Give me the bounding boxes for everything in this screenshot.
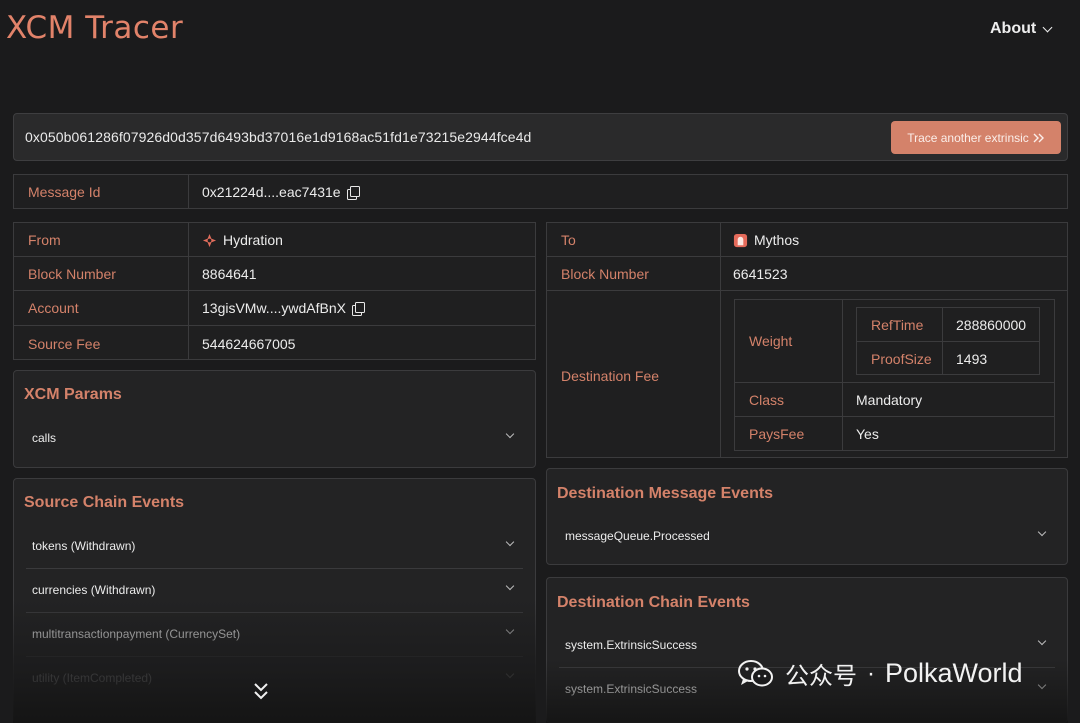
source-row-account: Account 13gisVMw....ywdAfBnX bbox=[14, 291, 535, 326]
to-value: Mythos bbox=[733, 232, 799, 248]
block-number-value: 8864641 bbox=[202, 266, 257, 282]
chevron-down-icon bbox=[505, 669, 515, 679]
to-chain-name: Mythos bbox=[754, 232, 800, 248]
dest-row-block: Block Number 6641523 bbox=[547, 257, 1067, 291]
class-row: Class Mandatory bbox=[735, 383, 1054, 417]
dest-row-to: To Mythos bbox=[547, 223, 1067, 257]
from-value: Hydration bbox=[202, 232, 283, 248]
destination-fee-table: Weight RefTime 288860000 ProofSize 1493 … bbox=[734, 299, 1055, 451]
chevron-down-icon bbox=[505, 429, 515, 439]
accordion-item-event[interactable]: utility (ItemCompleted) bbox=[26, 657, 523, 701]
weight-table: RefTime 288860000 ProofSize 1493 bbox=[856, 307, 1040, 375]
xcm-params-title: XCM Params bbox=[24, 386, 122, 403]
event-label: tokens (Withdrawn) bbox=[32, 539, 136, 553]
weight-row: Weight RefTime 288860000 ProofSize 1493 bbox=[735, 300, 1054, 383]
copy-icon[interactable] bbox=[346, 186, 360, 200]
proof-size-row: ProofSize 1493 bbox=[857, 342, 1039, 376]
message-id-table: Message Id 0x21224d....eac7431e bbox=[13, 174, 1068, 209]
watermark: 公众号 · PolkaWorld bbox=[737, 656, 1023, 691]
source-fee-label: Source Fee bbox=[28, 336, 101, 352]
chevron-down-icon bbox=[505, 537, 515, 547]
ref-time-label: RefTime bbox=[871, 317, 924, 333]
watermark-platform: 公众号 bbox=[785, 663, 857, 690]
trace-button-label: Trace another extrinsic bbox=[907, 130, 1029, 145]
class-label: Class bbox=[749, 392, 785, 408]
message-id-text: 0x21224d....eac7431e bbox=[202, 184, 341, 200]
ref-time-value: 288860000 bbox=[956, 317, 1027, 333]
chevron-down-icon bbox=[505, 625, 515, 635]
account-text: 13gisVMw....ywdAfBnX bbox=[202, 300, 346, 316]
account-label: Account bbox=[28, 300, 79, 316]
to-label: To bbox=[561, 232, 576, 248]
about-menu[interactable]: About bbox=[990, 20, 1053, 38]
source-row-from: From Hydration bbox=[14, 223, 535, 257]
event-label: utility (ItemCompleted) bbox=[32, 671, 153, 685]
about-label: About bbox=[990, 20, 1037, 37]
message-id-label: Message Id bbox=[28, 184, 101, 200]
from-chain-name: Hydration bbox=[223, 232, 283, 248]
accordion-item-event[interactable]: currencies (Withdrawn) bbox=[26, 569, 523, 613]
watermark-name: PolkaWorld bbox=[885, 658, 1023, 688]
source-chain-events-panel: Source Chain Events tokens (Withdrawn) c… bbox=[13, 478, 536, 723]
event-label: system.ExtrinsicSuccess bbox=[565, 638, 698, 652]
chevron-down-icon bbox=[1037, 527, 1047, 537]
expand-more-icon[interactable] bbox=[252, 680, 270, 702]
dest-message-events-panel: Destination Message Events messageQueue.… bbox=[546, 468, 1068, 565]
dest-message-events-title: Destination Message Events bbox=[557, 485, 774, 502]
double-chevron-right-icon bbox=[1033, 133, 1044, 142]
mythos-icon bbox=[733, 233, 748, 247]
pays-fee-row: PaysFee Yes bbox=[735, 417, 1054, 452]
source-row-block: Block Number 8864641 bbox=[14, 257, 535, 291]
event-label: system.ExtrinsicSuccess bbox=[565, 682, 698, 696]
accordion-item-event[interactable]: messageQueue.Processed bbox=[559, 515, 1055, 559]
watermark-separator: · bbox=[867, 659, 875, 687]
dest-chain-events-title: Destination Chain Events bbox=[557, 594, 750, 611]
dest-row-fee: Destination Fee Weight RefTime 288860000… bbox=[547, 291, 1067, 459]
chevron-down-icon bbox=[1037, 636, 1047, 646]
source-table: From Hydration Block Number 8864641 Acco… bbox=[13, 222, 536, 360]
dest-chain-events-panel: Destination Chain Events system.Extrinsi… bbox=[546, 577, 1068, 723]
extrinsic-hash-input[interactable]: 0x050b061286f07926d0d357d6493bd37016e1d9… bbox=[25, 129, 531, 145]
destination-table: To Mythos Block Number 6641523 Destinati… bbox=[546, 222, 1068, 458]
pays-fee-value: Yes bbox=[856, 426, 879, 442]
dest-block-number-value: 6641523 bbox=[733, 266, 788, 282]
event-label: currencies (Withdrawn) bbox=[32, 583, 156, 597]
weight-label: Weight bbox=[749, 333, 793, 349]
pays-fee-label: PaysFee bbox=[749, 426, 805, 442]
ref-time-row: RefTime 288860000 bbox=[857, 308, 1039, 342]
accordion-item-calls[interactable]: calls bbox=[26, 417, 523, 461]
event-label: messageQueue.Processed bbox=[565, 529, 710, 543]
account-value: 13gisVMw....ywdAfBnX bbox=[202, 300, 365, 316]
dest-block-number-label: Block Number bbox=[561, 266, 649, 282]
source-chain-events-title: Source Chain Events bbox=[24, 494, 185, 511]
source-row-fee: Source Fee 544624667005 bbox=[14, 326, 535, 361]
event-label: multitransactionpayment (CurrencySet) bbox=[32, 627, 241, 641]
extrinsic-search-bar[interactable]: 0x050b061286f07926d0d357d6493bd37016e1d9… bbox=[13, 113, 1068, 161]
xcm-params-panel: XCM Params calls bbox=[13, 370, 536, 468]
chevron-down-icon bbox=[505, 581, 515, 591]
from-label: From bbox=[28, 232, 61, 248]
accordion-item-event[interactable]: tokens (Withdrawn) bbox=[26, 525, 523, 569]
accordion-item-event[interactable]: multitransactionpayment (CurrencySet) bbox=[26, 613, 523, 657]
destination-fee-label: Destination Fee bbox=[561, 368, 660, 384]
wechat-icon bbox=[738, 659, 773, 686]
chevron-down-icon bbox=[1042, 22, 1053, 33]
app-logo-title: XCM Tracer bbox=[6, 10, 184, 46]
message-id-value: 0x21224d....eac7431e bbox=[202, 184, 360, 200]
class-value: Mandatory bbox=[856, 392, 923, 408]
proof-size-value: 1493 bbox=[956, 351, 988, 367]
chevron-down-icon bbox=[1037, 680, 1047, 690]
trace-another-button[interactable]: Trace another extrinsic bbox=[891, 121, 1061, 154]
source-fee-value: 544624667005 bbox=[202, 336, 296, 352]
copy-icon[interactable] bbox=[351, 302, 365, 316]
proof-size-label: ProofSize bbox=[871, 351, 932, 367]
accordion-item-label: calls bbox=[32, 431, 57, 445]
block-number-label: Block Number bbox=[28, 266, 116, 282]
hydration-icon bbox=[202, 233, 217, 247]
